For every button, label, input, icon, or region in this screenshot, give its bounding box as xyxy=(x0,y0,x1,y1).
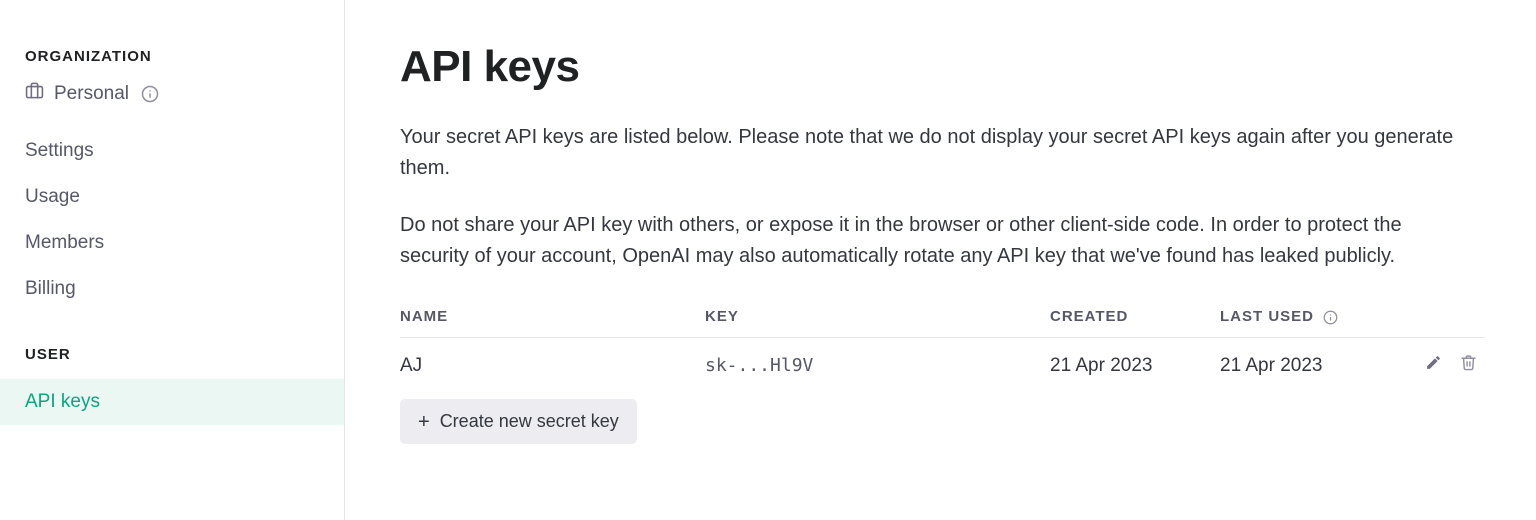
table-header-actions xyxy=(1415,298,1485,338)
create-secret-key-button[interactable]: + Create new secret key xyxy=(400,399,637,444)
sidebar-item-billing[interactable]: Billing xyxy=(0,266,344,312)
main-content: API keys Your secret API keys are listed… xyxy=(345,0,1536,520)
table-row: AJ sk-...Hl9V 21 Apr 2023 21 Apr 2023 xyxy=(400,338,1485,394)
info-circle-icon[interactable] xyxy=(141,85,159,103)
sidebar-item-usage[interactable]: Usage xyxy=(0,174,344,220)
create-secret-key-label: Create new secret key xyxy=(440,411,619,432)
page-description-1: Your secret API keys are listed below. P… xyxy=(400,122,1470,184)
sidebar-item-members[interactable]: Members xyxy=(0,220,344,266)
delete-key-button[interactable] xyxy=(1460,354,1477,377)
org-name: Personal xyxy=(54,83,129,105)
page-title: API keys xyxy=(400,42,1496,92)
sidebar: ORGANIZATION Personal Settings Usage Mem… xyxy=(0,0,345,520)
edit-key-button[interactable] xyxy=(1425,354,1442,377)
sidebar-item-api-keys[interactable]: API keys xyxy=(0,379,344,425)
sidebar-item-settings[interactable]: Settings xyxy=(0,128,344,174)
table-header-last-used-label: LAST USED xyxy=(1220,308,1314,325)
table-header-name: NAME xyxy=(400,298,705,338)
sidebar-heading-organization: ORGANIZATION xyxy=(0,48,344,81)
key-created-cell: 21 Apr 2023 xyxy=(1050,338,1220,394)
info-circle-icon[interactable] xyxy=(1323,310,1338,325)
api-keys-table: NAME KEY CREATED LAST USED AJ sk-...Hl9V… xyxy=(400,298,1485,393)
plus-icon: + xyxy=(418,412,430,432)
key-name-cell: AJ xyxy=(400,338,705,394)
trash-icon xyxy=(1460,354,1477,377)
key-last-used-cell: 21 Apr 2023 xyxy=(1220,338,1415,394)
key-value-cell: sk-...Hl9V xyxy=(705,338,1050,394)
pencil-icon xyxy=(1425,354,1442,377)
table-header-key: KEY xyxy=(705,298,1050,338)
briefcase-icon xyxy=(25,81,44,106)
sidebar-heading-user: USER xyxy=(0,312,344,379)
org-selector[interactable]: Personal xyxy=(0,81,344,128)
page-description-2: Do not share your API key with others, o… xyxy=(400,210,1470,272)
table-header-last-used: LAST USED xyxy=(1220,298,1415,338)
table-header-created: CREATED xyxy=(1050,298,1220,338)
